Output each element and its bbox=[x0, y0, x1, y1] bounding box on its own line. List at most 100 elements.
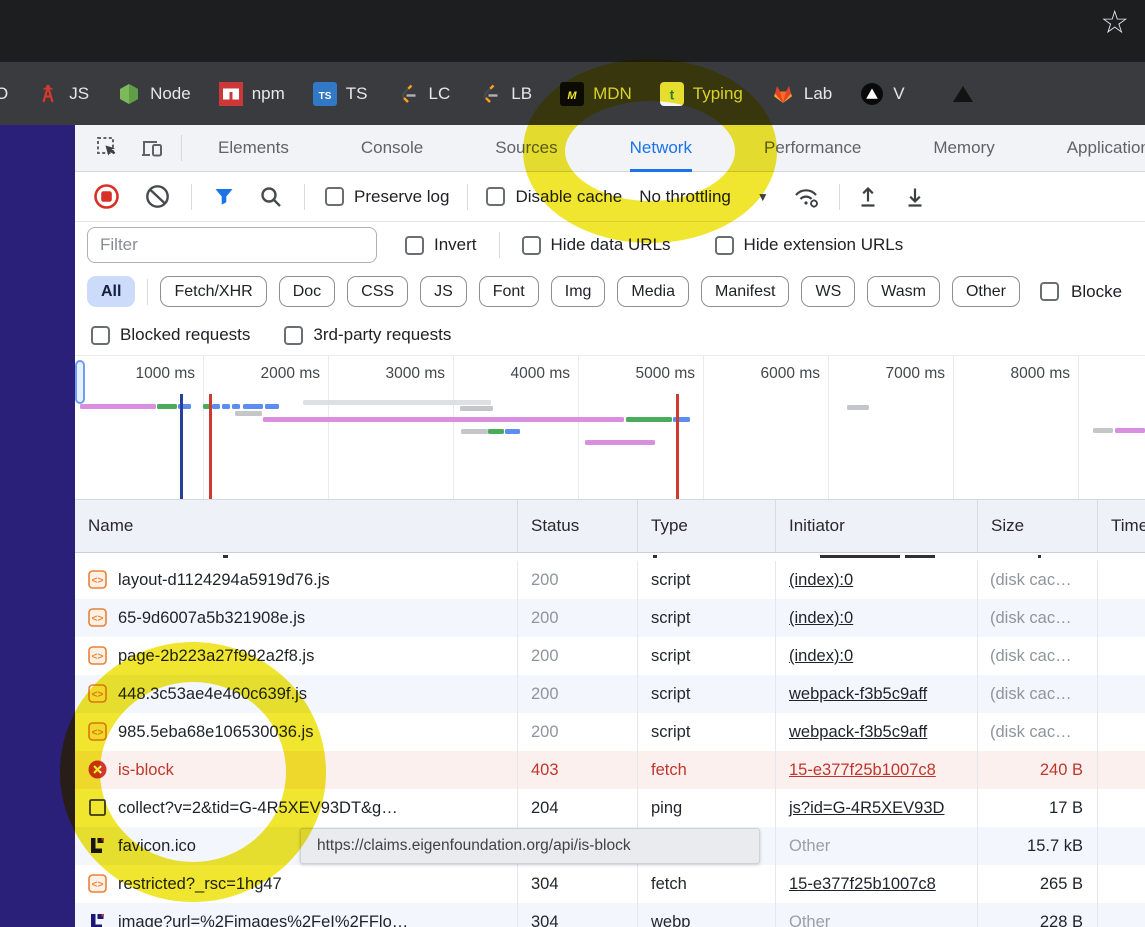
timeline-gridline bbox=[578, 356, 579, 499]
table-row[interactable]: <>985.5eba68e106530036.js200scriptwebpac… bbox=[75, 713, 1145, 751]
preserve-log-label[interactable]: Preserve log bbox=[354, 187, 449, 207]
record-network-log-icon[interactable] bbox=[93, 183, 120, 210]
device-toolbar-icon[interactable] bbox=[139, 135, 165, 161]
bookmark-o[interactable]: O bbox=[0, 84, 8, 104]
bookmark-lb[interactable]: LB bbox=[478, 82, 532, 106]
initiator-link[interactable]: (index):0 bbox=[789, 571, 853, 589]
filter-chip-css[interactable]: CSS bbox=[347, 276, 408, 307]
initiator-link[interactable]: webpack-f3b5c9aff bbox=[789, 685, 927, 703]
tab-performance[interactable]: Performance bbox=[764, 125, 861, 172]
waterfall-bar bbox=[243, 404, 263, 409]
disable-cache-label[interactable]: Disable cache bbox=[515, 187, 622, 207]
disable-cache-checkbox[interactable] bbox=[486, 187, 505, 206]
cell-type: fetch bbox=[637, 865, 775, 903]
hide-extension-urls-checkbox[interactable] bbox=[715, 236, 734, 255]
invert-checkbox[interactable] bbox=[405, 236, 424, 255]
network-conditions-icon[interactable] bbox=[792, 184, 822, 210]
filter-chip-fetchxhr[interactable]: Fetch/XHR bbox=[160, 276, 266, 307]
tab-network[interactable]: Network bbox=[630, 125, 692, 172]
timeline-gridline bbox=[203, 356, 204, 499]
export-har-icon[interactable] bbox=[902, 184, 928, 210]
tab-elements[interactable]: Elements bbox=[218, 125, 289, 172]
bookmark-npm[interactable]: npm bbox=[219, 82, 285, 106]
search-icon[interactable] bbox=[258, 184, 284, 210]
clear-network-log-icon[interactable] bbox=[144, 183, 171, 210]
filter-chip-all[interactable]: All bbox=[87, 276, 135, 307]
column-header-time[interactable]: Time bbox=[1097, 500, 1145, 552]
bookmark-js[interactable]: JS bbox=[36, 82, 89, 106]
filter-chip-ws[interactable]: WS bbox=[801, 276, 855, 307]
bookmark-typing[interactable]: tTyping bbox=[660, 82, 743, 106]
waterfall-bar bbox=[1115, 428, 1145, 433]
filter-input[interactable] bbox=[87, 227, 377, 263]
table-row[interactable]: image?url=%2Fimages%2FeI%2FFlo…304webpOt… bbox=[75, 903, 1145, 927]
filter-icon[interactable] bbox=[211, 184, 237, 210]
blocked-requests-label[interactable]: Blocked requests bbox=[120, 325, 250, 345]
initiator-link[interactable]: 15-e377f25b1007c8 bbox=[789, 875, 936, 893]
bookmark-star-icon[interactable]: ☆ bbox=[1100, 0, 1129, 44]
filter-chip-media[interactable]: Media bbox=[617, 276, 689, 307]
initiator-link[interactable]: (index):0 bbox=[789, 609, 853, 627]
tab-application[interactable]: Application bbox=[1067, 125, 1145, 172]
hide-extension-urls-label[interactable]: Hide extension URLs bbox=[744, 235, 904, 255]
filter-chip-other[interactable]: Other bbox=[952, 276, 1020, 307]
table-row[interactable]: <>page-2b223a27f992a2f8.js200script(inde… bbox=[75, 637, 1145, 675]
column-header-type[interactable]: Type bbox=[637, 500, 775, 552]
table-row[interactable]: <>layout-d1124294a5919d76.js200script(in… bbox=[75, 561, 1145, 599]
blocked-cookies-label[interactable]: Blocke bbox=[1071, 282, 1122, 302]
table-row[interactable]: is-block403fetch15-e377f25b1007c8240 B bbox=[75, 751, 1145, 789]
column-header-name[interactable]: Name bbox=[75, 500, 517, 552]
initiator-link[interactable]: webpack-f3b5c9aff bbox=[789, 723, 927, 741]
table-row[interactable]: <>65-9d6007a5b321908e.js200script(index)… bbox=[75, 599, 1145, 637]
bookmark-node[interactable]: Node bbox=[117, 82, 191, 106]
throttling-select[interactable]: No throttling bbox=[639, 187, 731, 207]
blocked-cookies-checkbox[interactable] bbox=[1040, 282, 1059, 301]
filter-chip-img[interactable]: Img bbox=[551, 276, 606, 307]
invert-label[interactable]: Invert bbox=[434, 235, 477, 255]
bookmark-mdn[interactable]: MMDN bbox=[560, 82, 632, 106]
bookmark-lc[interactable]: LC bbox=[396, 82, 451, 106]
blocked-requests-checkbox[interactable] bbox=[91, 326, 110, 345]
import-har-icon[interactable] bbox=[855, 184, 881, 210]
bookmark-ts[interactable]: TSTS bbox=[313, 82, 368, 106]
bookmark-v[interactable]: V bbox=[860, 82, 904, 106]
cell-name: is-block bbox=[75, 751, 517, 789]
waterfall-bar bbox=[847, 405, 869, 410]
hide-data-urls-checkbox[interactable] bbox=[522, 236, 541, 255]
chevron-down-icon[interactable]: ▼ bbox=[757, 190, 769, 204]
column-header-initiator[interactable]: Initiator bbox=[775, 500, 977, 552]
divider bbox=[181, 135, 182, 161]
network-overview-timeline[interactable]: 1000 ms2000 ms3000 ms4000 ms5000 ms6000 … bbox=[75, 355, 1145, 500]
bookmark-label: TS bbox=[346, 84, 368, 104]
bookmark-label: JS bbox=[69, 84, 89, 104]
initiator-link[interactable]: js?id=G-4R5XEV93D bbox=[789, 799, 944, 817]
overview-brush-handle[interactable] bbox=[75, 360, 85, 404]
table-row[interactable]: <>restricted?_rsc=1hg47304fetch15-e377f2… bbox=[75, 865, 1145, 903]
column-header-status[interactable]: Status bbox=[517, 500, 637, 552]
filter-chip-js[interactable]: JS bbox=[420, 276, 467, 307]
filter-chip-font[interactable]: Font bbox=[479, 276, 539, 307]
column-header-size[interactable]: Size bbox=[977, 500, 1097, 552]
waterfall-bar bbox=[265, 404, 279, 409]
tab-console[interactable]: Console bbox=[361, 125, 423, 172]
hide-data-urls-label[interactable]: Hide data URLs bbox=[551, 235, 671, 255]
filter-chip-wasm[interactable]: Wasm bbox=[867, 276, 940, 307]
tab-sources[interactable]: Sources bbox=[495, 125, 557, 172]
bookmark-partial[interactable] bbox=[951, 82, 975, 106]
table-row[interactable]: <>448.3c53ae4e460c639f.js200scriptwebpac… bbox=[75, 675, 1145, 713]
filter-chip-doc[interactable]: Doc bbox=[279, 276, 335, 307]
initiator-link[interactable]: 15-e377f25b1007c8 bbox=[789, 761, 936, 779]
third-party-requests-label[interactable]: 3rd-party requests bbox=[313, 325, 451, 345]
inspect-element-icon[interactable] bbox=[95, 135, 121, 161]
filter-chip-manifest[interactable]: Manifest bbox=[701, 276, 789, 307]
tab-memory[interactable]: Memory bbox=[933, 125, 994, 172]
cell-size: (disk cac… bbox=[977, 561, 1097, 599]
cell-time bbox=[1097, 827, 1145, 865]
preserve-log-checkbox[interactable] bbox=[325, 187, 344, 206]
bookmark-lab[interactable]: Lab bbox=[771, 82, 832, 106]
third-party-requests-checkbox[interactable] bbox=[284, 326, 303, 345]
table-row[interactable]: collect?v=2&tid=G-4R5XEV93DT&g…204pingjs… bbox=[75, 789, 1145, 827]
cell-type: script bbox=[637, 637, 775, 675]
bookmark-label: Typing bbox=[693, 84, 743, 104]
initiator-link[interactable]: (index):0 bbox=[789, 647, 853, 665]
